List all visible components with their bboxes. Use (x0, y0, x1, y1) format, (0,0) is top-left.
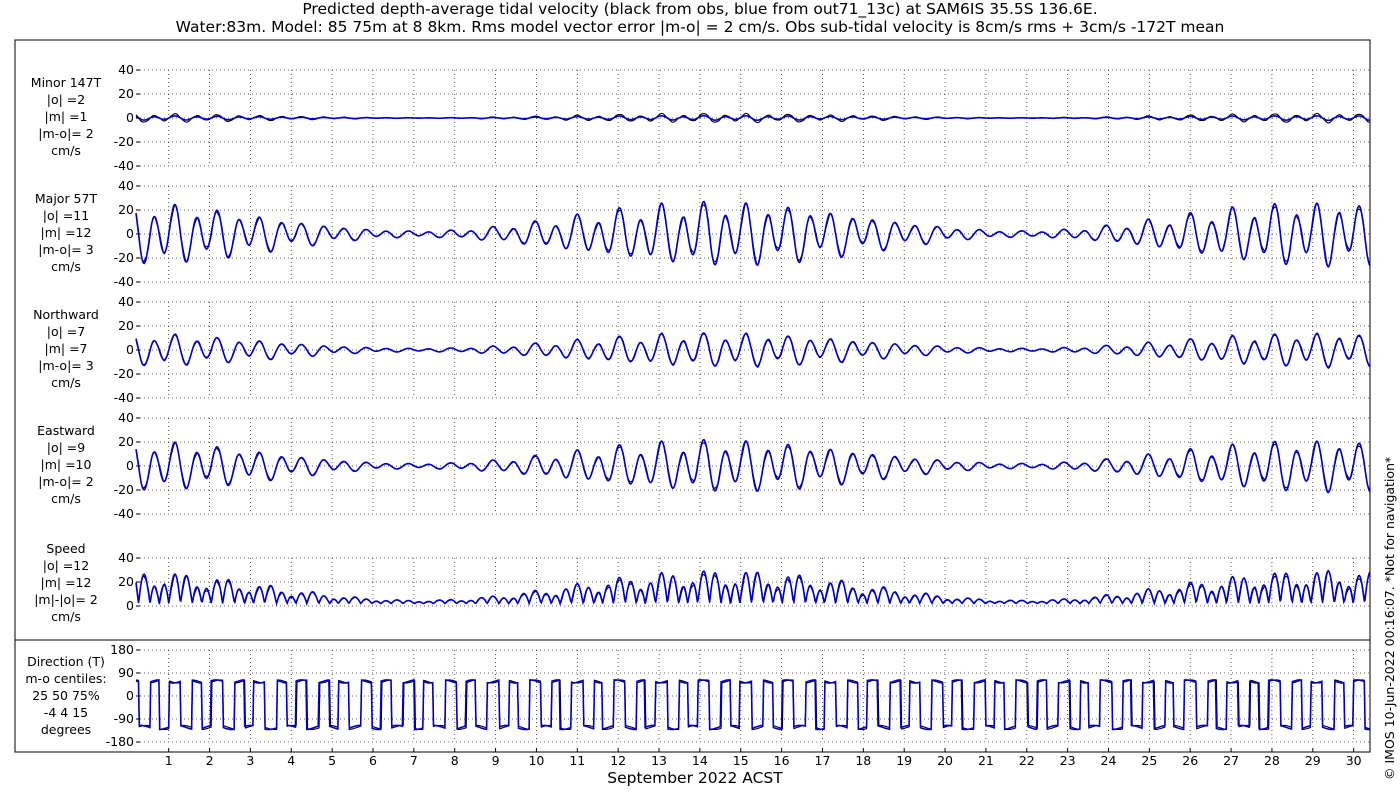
y-tick-label: -40 (114, 274, 134, 289)
series-line-minor-model (135, 114, 1371, 122)
x-tick-label: 9 (492, 753, 500, 768)
panel-label-direction: Direction (T) m-o centiles: 25 50 75% -4 4 … (14, 653, 118, 738)
x-tick-label: 12 (610, 753, 626, 768)
x-tick-label: 18 (855, 753, 871, 768)
panel-label-line: 25 50 75% (32, 688, 100, 703)
panel-label-line: |m| =12 (40, 575, 92, 590)
x-axis-title: September 2022 ACST (607, 769, 783, 787)
x-tick-label: 11 (569, 753, 585, 768)
panel-label-line: |m-o|= 2 (38, 126, 94, 141)
panel-label-line: cm/s (51, 491, 81, 506)
series-line-eastward-obs (135, 440, 1371, 494)
y-tick-label: 20 (118, 574, 134, 589)
chart-plot: -40-2002040-40-2002040-40-2002040-40-200… (14, 39, 1371, 768)
x-tick-label: 1 (165, 753, 173, 768)
x-tick-label: 16 (774, 753, 790, 768)
panel-label-line: m-o centiles: (25, 671, 107, 686)
x-tick-label: 4 (287, 753, 295, 768)
panel-label-line: Eastward (37, 423, 95, 438)
credit-text: © IMOS 10-Jun-2022 00:16:07. *Not for na… (1382, 456, 1397, 780)
panel-label-line: |m| =7 (44, 341, 88, 356)
panel-label-line: -4 4 15 (43, 705, 89, 720)
y-tick-label: 20 (118, 318, 134, 333)
x-tick-label: 21 (978, 753, 994, 768)
y-tick-label: 0 (126, 226, 134, 241)
panel-label-major: Major 57T |o| =11 |m| =12 |m-o|= 3 cm/s (14, 190, 118, 275)
panel-label-line: |m-o|= 3 (38, 242, 94, 257)
y-tick-label: -40 (114, 158, 134, 173)
panel-label-line: |o| =2 (46, 92, 86, 107)
y-tick-label: 0 (126, 458, 134, 473)
y-tick-label: -40 (114, 506, 134, 521)
y-tick-label: 90 (118, 665, 134, 680)
panel-label-line: Minor 147T (30, 75, 102, 90)
panel-label-line: cm/s (51, 375, 81, 390)
x-tick-label: 29 (1305, 753, 1321, 768)
panel-label-line: |o| =9 (46, 440, 86, 455)
panel-label-line: |m| =10 (40, 457, 92, 472)
series-line-direction-model (135, 678, 1371, 731)
x-tick-label: 10 (528, 753, 544, 768)
x-tick-label: 24 (1101, 753, 1117, 768)
x-tick-label: 6 (369, 753, 377, 768)
panel-label-line: Northward (33, 307, 99, 322)
y-tick-label: 40 (118, 550, 134, 565)
panel-label-minor: Minor 147T |o| =2 |m| =1 |m-o|= 2 cm/s (14, 74, 118, 159)
panel-label-line: cm/s (51, 609, 81, 624)
x-tick-label: 28 (1264, 753, 1280, 768)
x-tick-label: 17 (815, 753, 831, 768)
series-line-major-obs (135, 202, 1371, 269)
series-line-northward-obs (135, 332, 1371, 369)
x-tick-label: 19 (896, 753, 912, 768)
panel-label-line: degrees (40, 722, 92, 737)
y-tick-label: 40 (118, 294, 134, 309)
x-tick-label: 15 (733, 753, 749, 768)
panel-label-line: |m-o|= 2 (38, 474, 94, 489)
x-tick-label: 30 (1346, 753, 1362, 768)
figure-frame-upper (14, 39, 1371, 641)
panel-label-line: |o| =7 (46, 324, 86, 339)
y-tick-label: 20 (118, 86, 134, 101)
x-tick-label: 27 (1223, 753, 1239, 768)
x-tick-label: 20 (937, 753, 953, 768)
panel-label-line: Direction (T) (27, 654, 105, 669)
x-tick-label: 5 (328, 753, 336, 768)
y-tick-label: -40 (114, 390, 134, 405)
y-tick-label: 0 (126, 688, 134, 703)
y-tick-label: 40 (118, 62, 134, 77)
x-tick-label: 22 (1019, 753, 1035, 768)
panel-label-line: Major 57T (34, 191, 98, 206)
panel-label-speed: Speed |o| =12 |m| =12 |m|-|o|= 2 cm/s (14, 540, 118, 625)
y-tick-label: 0 (126, 342, 134, 357)
y-tick-label: 0 (126, 110, 134, 125)
panel-label-line: Speed (46, 541, 86, 556)
panel-label-line: |m|-|o|= 2 (34, 592, 98, 607)
series-line-speed-model (135, 569, 1371, 607)
y-tick-label: 0 (126, 598, 134, 613)
x-tick-label: 26 (1182, 753, 1198, 768)
x-tick-label: 14 (692, 753, 708, 768)
panel-label-line: |m-o|= 3 (38, 358, 94, 373)
y-tick-label: 40 (118, 410, 134, 425)
y-tick-label: 20 (118, 202, 134, 217)
x-tick-label: 2 (206, 753, 214, 768)
panel-label-line: |m| =1 (44, 109, 88, 124)
x-tick-label: 23 (1060, 753, 1076, 768)
panel-label-line: |m| =12 (40, 225, 92, 240)
y-tick-label: 20 (118, 434, 134, 449)
x-tick-label: 25 (1141, 753, 1157, 768)
y-tick-label: 40 (118, 178, 134, 193)
panel-label-northward: Northward |o| =7 |m| =7 |m-o|= 3 cm/s (14, 306, 118, 391)
panel-label-line: cm/s (51, 259, 81, 274)
panel-label-line: cm/s (51, 143, 81, 158)
panel-label-eastward: Eastward |o| =9 |m| =10 |m-o|= 2 cm/s (14, 422, 118, 507)
x-tick-label: 8 (451, 753, 459, 768)
x-tick-label: 3 (246, 753, 254, 768)
panel-label-line: |o| =12 (42, 558, 90, 573)
x-tick-label: 7 (410, 753, 418, 768)
x-tick-label: 13 (651, 753, 667, 768)
panel-label-line: |o| =11 (42, 208, 90, 223)
